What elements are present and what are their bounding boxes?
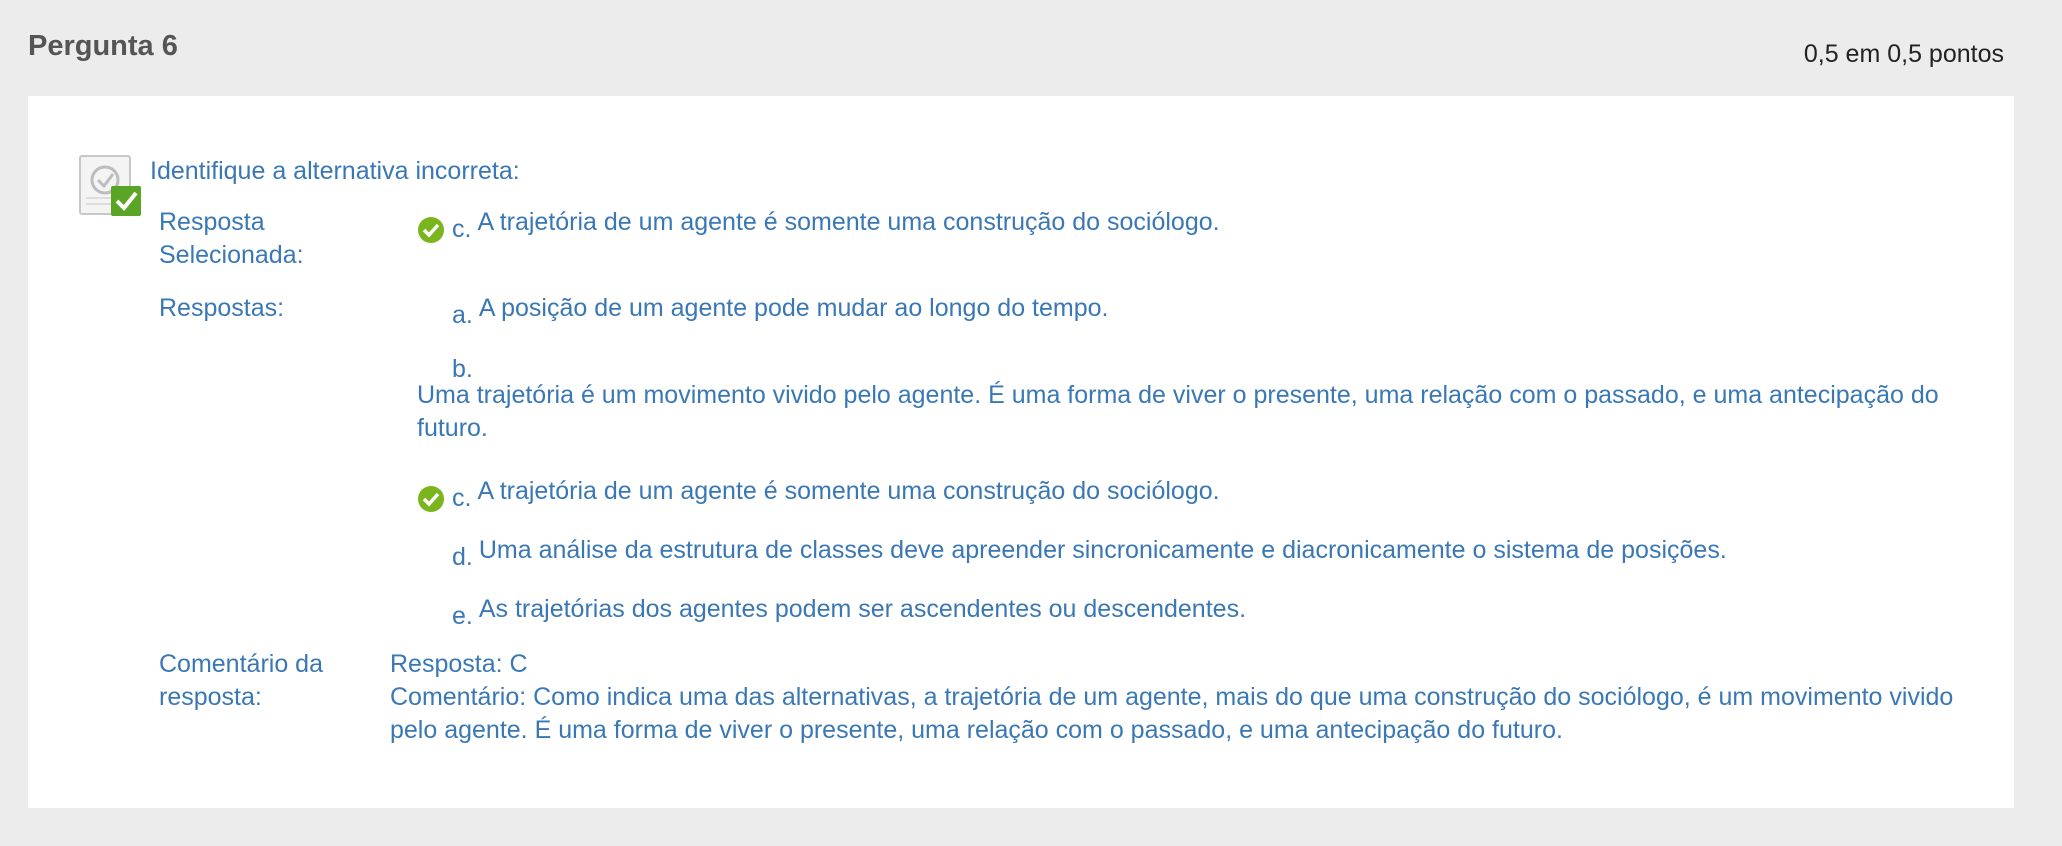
question-header: Pergunta 6 0,5 em 0,5 pontos — [0, 0, 2062, 96]
answer-letter: a. — [452, 301, 473, 329]
comment-answer: Resposta: C — [390, 650, 528, 678]
answer-letter: c. — [452, 484, 472, 512]
question-points: 0,5 em 0,5 pontos — [1803, 40, 2004, 68]
correct-check-icon — [418, 486, 444, 512]
answer-option-e: e. As trajetórias dos agentes podem ser … — [417, 593, 1246, 633]
answer-comment: Resposta: C Comentário: Como indica uma … — [390, 648, 1990, 747]
answer-text: Uma trajetória é um movimento vivido pel… — [417, 381, 1939, 442]
question-card: Identifique a alternativa incorreta: Res… — [28, 96, 2014, 808]
answer-text: A posição de um agente pode mudar ao lon… — [478, 294, 1109, 322]
comment-label: Comentário da resposta: — [159, 650, 323, 711]
answer-text: A trajetória de um agente é somente uma … — [477, 477, 1220, 505]
correct-check-icon — [418, 217, 444, 243]
comment-text: Comentário: Como indica uma das alternat… — [390, 683, 1954, 744]
question-title: Pergunta 6 — [28, 30, 178, 62]
selected-answer-letter: c. — [452, 215, 472, 243]
answer-letter: d. — [452, 543, 473, 571]
answer-option-a: a. A posição de um agente pode mudar ao … — [417, 292, 1108, 332]
answer-option-d: d. Uma análise da estrutura de classes d… — [417, 534, 1727, 574]
selected-answer-text: A trajetória de um agente é somente uma … — [477, 208, 1220, 236]
question-correct-icon — [79, 155, 141, 216]
answer-letter: e. — [452, 602, 473, 630]
answer-text: Uma análise da estrutura de classes deve… — [478, 536, 1727, 564]
question-prompt: Identifique a alternativa incorreta: — [150, 157, 520, 185]
selected-answer-label: Resposta Selecionada: — [159, 208, 304, 269]
answer-text: As trajetórias dos agentes podem ser asc… — [478, 595, 1247, 623]
selected-answer: c. A trajetória de um agente é somente u… — [417, 206, 1220, 246]
answer-option-c: c. A trajetória de um agente é somente u… — [417, 475, 1220, 515]
answers-label: Respostas: — [159, 294, 285, 322]
